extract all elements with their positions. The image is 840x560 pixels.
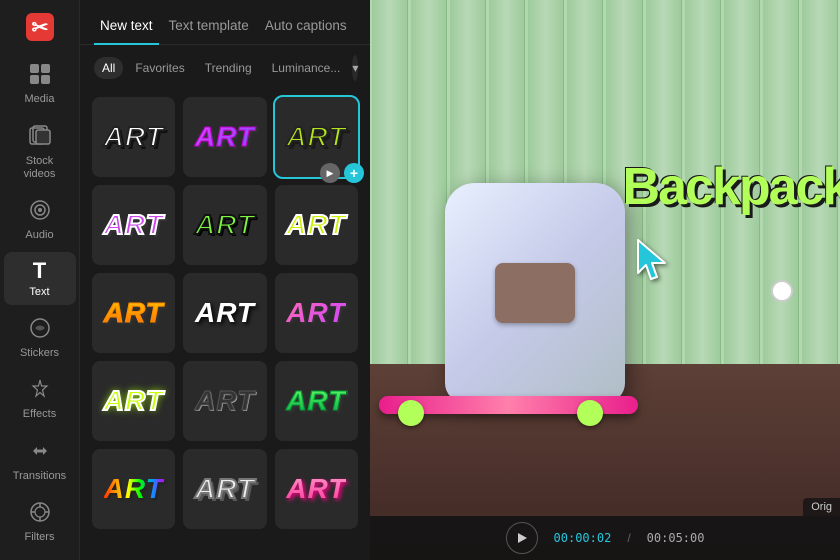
transitions-icon	[29, 440, 51, 466]
text-style-5[interactable]: ART	[183, 185, 266, 265]
art-preview-7: ART	[104, 297, 164, 329]
art-preview-13: ART	[104, 473, 164, 505]
handle-dot[interactable]	[771, 280, 793, 302]
sidebar-item-transitions[interactable]: Transitions	[4, 432, 76, 489]
art-preview-11: ART	[195, 385, 255, 417]
orig-badge: Orig	[803, 498, 840, 516]
sidebar-item-media-label: Media	[25, 93, 55, 106]
text-style-4[interactable]: ART	[92, 185, 175, 265]
backpack	[445, 183, 625, 403]
text-style-1[interactable]: ART	[92, 97, 175, 177]
text-style-15[interactable]: ART	[275, 449, 358, 529]
panel-tab-bar: New text Text template Auto captions	[80, 0, 370, 45]
sidebar-item-text-label: Text	[29, 286, 49, 299]
filter-row: All Favorites Trending Luminance... ▾	[80, 45, 370, 89]
video-preview: Backpack Orig 00:00:02 / 00:05:00	[370, 0, 840, 560]
tab-auto-captions[interactable]: Auto captions	[259, 12, 353, 45]
text-style-6[interactable]: ART	[275, 185, 358, 265]
sidebar-item-media[interactable]: Media	[4, 55, 76, 112]
sidebar-item-filters[interactable]: Filters	[4, 493, 76, 550]
sidebar-item-effects-label: Effects	[23, 408, 56, 421]
text-panel: New text Text template Auto captions All…	[80, 0, 370, 560]
current-time: 00:00:02	[554, 531, 612, 545]
text-style-12[interactable]: ART	[275, 361, 358, 441]
filter-luminance[interactable]: Luminance...	[264, 57, 349, 79]
media-icon	[29, 63, 51, 89]
art-preview-12: ART	[286, 385, 346, 417]
art-preview-9: ART	[286, 297, 346, 329]
art-preview-6: ART	[286, 209, 346, 241]
sidebar-item-text[interactable]: T Text	[4, 252, 76, 305]
art-preview-4: ART	[104, 209, 164, 241]
text-overlay: Backpack	[623, 157, 840, 217]
sidebar-item-filters-label: Filters	[25, 531, 55, 544]
sidebar: ✂ Media Stock videos	[0, 0, 80, 560]
text-style-11[interactable]: ART	[183, 361, 266, 441]
sidebar-item-stickers-label: Stickers	[20, 347, 59, 360]
text-icon: T	[33, 260, 46, 282]
sidebar-item-effects[interactable]: Effects	[4, 370, 76, 427]
tab-new-text[interactable]: New text	[94, 12, 159, 45]
filter-trending[interactable]: Trending	[197, 57, 260, 79]
stickers-icon	[29, 317, 51, 343]
playback-bar: 00:00:02 / 00:05:00	[370, 516, 840, 560]
text-style-10[interactable]: ART	[92, 361, 175, 441]
app-logo: ✂	[22, 10, 58, 43]
art-preview-10: ART	[104, 385, 164, 417]
art-preview-14: ART	[195, 473, 255, 505]
art-preview-1: ART	[104, 121, 164, 153]
text-style-3[interactable]: ART ▶ +	[275, 97, 358, 177]
text-style-9[interactable]: ART	[275, 273, 358, 353]
sidebar-item-stock-videos[interactable]: Stock videos	[4, 117, 76, 187]
sidebar-item-audio[interactable]: Audio	[4, 191, 76, 248]
filters-icon	[29, 501, 51, 527]
sidebar-item-transitions-label: Transitions	[13, 470, 66, 483]
sidebar-item-stickers[interactable]: Stickers	[4, 309, 76, 366]
tab-text-template[interactable]: Text template	[163, 12, 255, 45]
art-preview-2: ART	[195, 121, 255, 153]
art-preview-5: ART	[195, 209, 255, 241]
audio-icon	[29, 199, 51, 225]
sidebar-item-stock-label: Stock videos	[24, 155, 56, 181]
filter-dropdown[interactable]: ▾	[352, 55, 358, 81]
text-style-13[interactable]: ART	[92, 449, 175, 529]
art-preview-3: ART	[286, 121, 346, 153]
text-style-2[interactable]: ART	[183, 97, 266, 177]
art-preview-8: ART	[195, 297, 255, 329]
text-style-14[interactable]: ART	[183, 449, 266, 529]
text-style-grid: ART ART ART ▶ + ART ART ART ART ART ART	[80, 89, 370, 560]
art-preview-15: ART	[286, 473, 346, 505]
preview-button[interactable]: ▶	[320, 163, 340, 183]
text-style-8[interactable]: ART	[183, 273, 266, 353]
wheel-left	[398, 400, 424, 426]
play-button[interactable]	[506, 522, 538, 554]
text-style-7[interactable]: ART	[92, 273, 175, 353]
total-time: 00:05:00	[647, 531, 705, 545]
wheel-right	[577, 400, 603, 426]
add-button[interactable]: +	[344, 163, 364, 183]
filter-favorites[interactable]: Favorites	[127, 57, 192, 79]
svg-text:✂: ✂	[31, 17, 48, 39]
sidebar-item-audio-label: Audio	[25, 229, 53, 242]
effects-icon	[29, 378, 51, 404]
backpack-container	[394, 39, 676, 403]
stock-videos-icon	[29, 125, 51, 151]
filter-all[interactable]: All	[94, 57, 123, 79]
